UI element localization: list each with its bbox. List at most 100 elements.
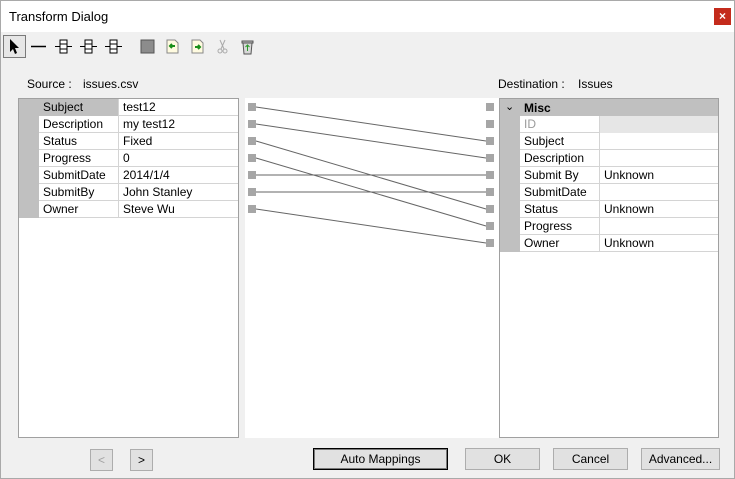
target-port (486, 137, 494, 145)
block-tool[interactable] (136, 35, 159, 58)
connector-icon (55, 39, 72, 54)
connector-icon (80, 39, 97, 54)
pointer-tool[interactable] (3, 35, 26, 58)
row-gutter (19, 167, 39, 184)
row-gutter (500, 218, 520, 235)
row-gutter (19, 150, 39, 167)
field-value: John Stanley (123, 185, 193, 199)
table-row[interactable]: SubmitDate 2014/1/4 (19, 167, 238, 184)
table-row[interactable]: Subject test12 (19, 99, 238, 116)
table-row[interactable]: Progress (500, 218, 718, 235)
target-port (486, 205, 494, 213)
table-row[interactable]: Subject (500, 133, 718, 150)
row-gutter (500, 133, 520, 150)
row-gutter (500, 150, 520, 167)
source-port (248, 103, 256, 111)
table-row[interactable]: ID (500, 116, 718, 133)
scissors-icon (217, 39, 228, 54)
field-name: Owner (39, 201, 119, 218)
category-header[interactable]: ⌄ Misc (500, 99, 718, 116)
mapping-line (255, 106, 487, 142)
table-row[interactable]: Submit By Unknown (500, 167, 718, 184)
connect-tool-2[interactable] (77, 35, 100, 58)
delete-tool[interactable] (236, 35, 259, 58)
destination-grid: ⌄ Misc ID Subject Description Submit By … (499, 98, 719, 438)
recycle-bin-icon (241, 40, 254, 55)
category-label: Misc (524, 101, 551, 115)
row-gutter (500, 116, 520, 133)
field-name: Owner (520, 235, 600, 252)
row-gutter (500, 201, 520, 218)
target-port (486, 222, 494, 230)
field-name: Progress (39, 150, 119, 167)
source-name: issues.csv (83, 77, 139, 91)
table-row[interactable]: Progress 0 (19, 150, 238, 167)
cancel-button[interactable]: Cancel (553, 448, 628, 470)
target-port (486, 154, 494, 162)
field-value (600, 150, 718, 167)
ok-button[interactable]: OK (465, 448, 540, 470)
block-icon (140, 39, 155, 54)
title-bar: Transform Dialog × (1, 1, 734, 32)
source-port (248, 188, 256, 196)
field-value: Unknown (604, 236, 655, 250)
export-icon (191, 39, 204, 54)
field-name: Subject (520, 133, 600, 150)
row-gutter (19, 99, 39, 116)
connect-tool-1[interactable] (52, 35, 75, 58)
mapping-canvas[interactable] (245, 98, 499, 438)
target-port (486, 171, 494, 179)
export-tool[interactable] (186, 35, 209, 58)
target-port (486, 188, 494, 196)
field-value: Fixed (123, 134, 153, 148)
field-name: SubmitDate (39, 167, 119, 184)
window-title: Transform Dialog (9, 9, 109, 24)
cut-tool[interactable] (211, 35, 234, 58)
field-value: my test12 (123, 117, 176, 131)
field-name: Submit By (520, 167, 600, 184)
target-port (486, 239, 494, 247)
advanced-button[interactable]: Advanced... (641, 448, 720, 470)
source-port (248, 171, 256, 179)
line-tool[interactable] (27, 35, 50, 58)
table-row[interactable]: SubmitDate (500, 184, 718, 201)
table-row[interactable]: Status Fixed (19, 133, 238, 150)
row-gutter (19, 184, 39, 201)
close-icon: × (718, 9, 726, 23)
source-port (248, 120, 256, 128)
next-button[interactable]: > (130, 449, 153, 471)
prev-button[interactable]: < (90, 449, 113, 471)
source-port (248, 137, 256, 145)
import-icon (166, 39, 179, 54)
table-row[interactable]: Description my test12 (19, 116, 238, 133)
connect-tool-3[interactable] (102, 35, 125, 58)
field-value (600, 218, 718, 235)
field-value (600, 116, 718, 133)
table-row[interactable]: SubmitBy John Stanley (19, 184, 238, 201)
source-grid: Subject test12 Description my test12 Sta… (18, 98, 239, 438)
field-value: Unknown (604, 202, 655, 216)
row-gutter (19, 201, 39, 218)
field-name: SubmitBy (39, 184, 119, 201)
close-button[interactable]: × (714, 8, 731, 25)
table-row[interactable]: Description (500, 150, 718, 167)
field-value: Steve Wu (123, 202, 175, 216)
row-gutter (500, 184, 520, 201)
auto-mappings-button[interactable]: Auto Mappings (313, 448, 448, 470)
line-icon (31, 45, 46, 48)
field-name: Description (520, 150, 600, 167)
source-port (248, 205, 256, 213)
row-gutter (500, 235, 520, 252)
source-label: Source : (27, 77, 72, 91)
import-tool[interactable] (161, 35, 184, 58)
field-name: Status (39, 133, 119, 150)
transform-dialog: Transform Dialog × Source: issues.csv D… (0, 0, 735, 479)
table-row[interactable]: Owner Steve Wu (19, 201, 238, 218)
collapse-icon[interactable]: ⌄ (505, 100, 514, 113)
destination-label: Destination : (498, 77, 565, 91)
table-row[interactable]: Owner Unknown (500, 235, 718, 252)
field-value: 0 (123, 151, 130, 165)
mapping-lines (248, 103, 494, 247)
field-value (600, 133, 718, 150)
table-row[interactable]: Status Unknown (500, 201, 718, 218)
